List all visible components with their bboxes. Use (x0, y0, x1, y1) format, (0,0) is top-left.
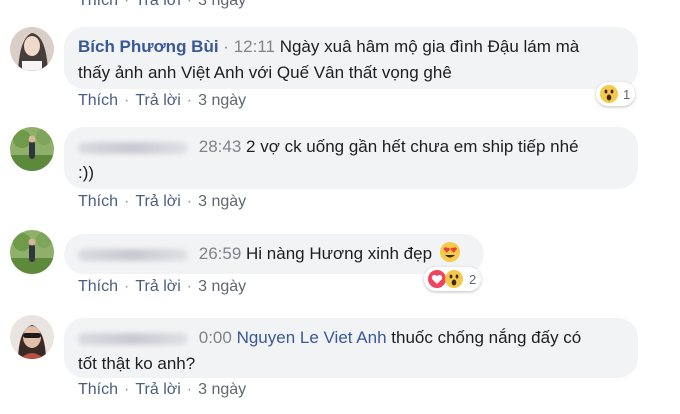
wow-reaction-icon (445, 270, 463, 288)
comment-time[interactable]: 3 ngày (198, 92, 246, 110)
comment-stamp: 0:00 (198, 328, 232, 347)
comment-actions: Thích · Trả lời · 3 ngày (78, 278, 247, 296)
reply-link[interactable]: Trả lời (135, 381, 180, 399)
comment-author[interactable]: Bích Phương Bùi (78, 37, 219, 56)
redacted-author[interactable] (78, 141, 188, 154)
avatar[interactable] (10, 127, 54, 171)
comment-stamp: · 12:11 (223, 37, 275, 56)
comment-text: 2 vợ ck uống gần hết chưa em ship tiếp n… (246, 137, 579, 156)
like-link[interactable]: Thích (78, 193, 118, 211)
top-comment-actions: Thích · Trả lời · 3 ngày (78, 0, 246, 10)
profile-photo-icon (10, 27, 54, 71)
comment-bubble: 0:00 Nguyen Le Viet Anh thuốc chống nắng… (64, 318, 638, 378)
comment-time[interactable]: 3 ngày (198, 278, 246, 296)
avatar[interactable] (10, 230, 54, 274)
reply-link[interactable]: Trả lời (135, 92, 180, 110)
comment-text: Hi nàng Hương xinh đẹp (246, 244, 433, 263)
reply-link[interactable]: Trả lời (135, 278, 180, 296)
comment-bubble: 26:59 Hi nàng Hương xinh đẹp (64, 234, 484, 274)
reply-link[interactable]: Trả lời (135, 193, 180, 211)
reaction-count[interactable]: 2 (424, 267, 482, 291)
comment-actions: Thích · Trả lời · 3 ngày (78, 193, 247, 211)
profile-photo-icon (10, 127, 54, 171)
like-link[interactable]: Thích (78, 278, 118, 296)
like-link[interactable]: Thích (78, 0, 118, 10)
comment-text: Ngày xuâ hâm mộ gia đình Đậu lám mà (279, 37, 580, 56)
profile-photo-icon (10, 315, 54, 359)
redacted-author[interactable] (78, 248, 188, 261)
comment-actions: Thích · Trả lời · 3 ngày (78, 92, 247, 110)
comment-text: :)) (78, 163, 95, 182)
comment-time[interactable]: 3 ngày (198, 381, 246, 399)
comment-time[interactable]: 3 ngày (198, 193, 246, 211)
comment-stamp: 28:43 (198, 137, 242, 156)
avatar[interactable] (10, 315, 54, 359)
profile-photo-icon (10, 230, 54, 274)
wow-reaction-icon (600, 85, 618, 103)
user-mention[interactable]: Nguyen Le Viet Anh (237, 328, 387, 347)
like-link[interactable]: Thích (78, 381, 118, 399)
comment-time[interactable]: 3 ngày (198, 0, 246, 10)
reaction-count[interactable]: 1 (596, 82, 636, 106)
comment-stamp: 26:59 (198, 244, 242, 263)
comment-text: thuốc chống nắng đấy có (391, 328, 582, 347)
like-link[interactable]: Thích (78, 92, 118, 110)
comment-bubble: 28:43 2 vợ ck uống gần hết chưa em ship … (64, 127, 638, 189)
heart-eyes-emoji-icon (439, 242, 460, 262)
comment-bubble: Bích Phương Bùi · 12:11 Ngày xuâ hâm mộ … (64, 27, 638, 89)
redacted-author[interactable] (78, 332, 188, 345)
avatar[interactable] (10, 27, 54, 71)
comment-text: thấy ảnh anh Việt Anh với Quế Vân thất v… (78, 63, 452, 82)
comment-text: tốt thật ko anh? (78, 354, 196, 373)
comment-actions: Thích · Trả lời · 3 ngày (78, 381, 247, 399)
reply-link[interactable]: Trả lời (135, 0, 180, 10)
